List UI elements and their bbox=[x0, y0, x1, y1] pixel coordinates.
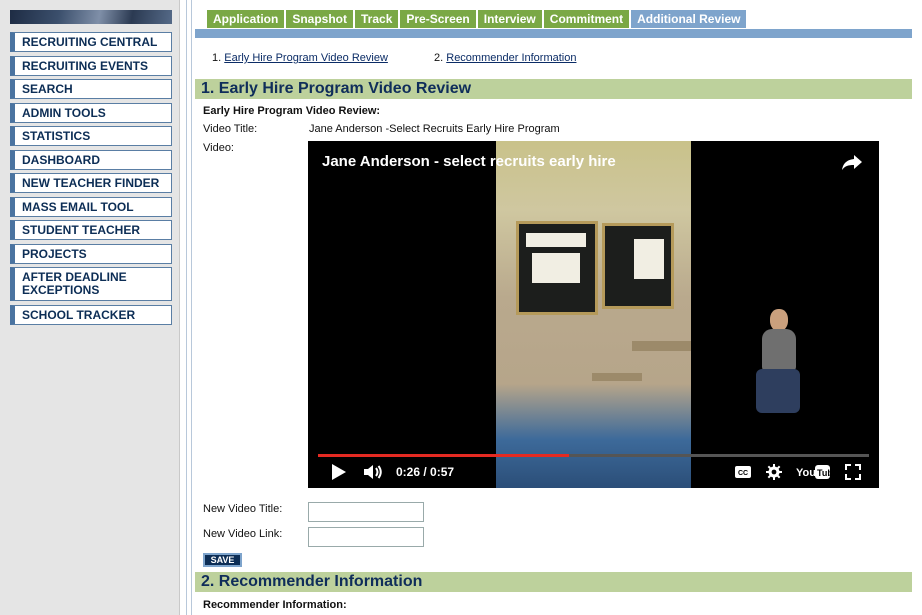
video-current-time: 0:26 bbox=[396, 465, 421, 479]
sidebar-item-label: PROJECTS bbox=[22, 246, 87, 261]
video-title-label: Video Title: bbox=[203, 123, 258, 135]
sidebar-item-recruiting-events[interactable]: RECRUITING EVENTS bbox=[10, 55, 172, 76]
sidebar-item-statistics[interactable]: STATISTICS bbox=[10, 126, 172, 146]
play-icon[interactable] bbox=[332, 464, 346, 480]
settings-icon[interactable] bbox=[766, 464, 782, 480]
video-player[interactable]: Jane Anderson - select recruits early hi… bbox=[308, 141, 879, 488]
sidebar-item-search[interactable]: SEARCH bbox=[10, 79, 172, 99]
new-video-link-input[interactable] bbox=[308, 527, 424, 547]
sidebar-item-label: DASHBOARD bbox=[22, 152, 100, 167]
sidebar-item-recruiting-central[interactable]: RECRUITING CENTRAL bbox=[10, 32, 172, 52]
video-title[interactable]: Jane Anderson - select recruits early hi… bbox=[322, 153, 616, 170]
sidebar-header-image bbox=[10, 10, 172, 24]
tab-commitment[interactable]: Commitment bbox=[543, 10, 630, 28]
tab-snapshot[interactable]: Snapshot bbox=[286, 10, 354, 28]
tab-track[interactable]: Track bbox=[355, 10, 399, 28]
sidebar-item-label: SCHOOL TRACKER bbox=[22, 307, 136, 322]
video-person bbox=[756, 309, 804, 427]
sidebar-item-label: RECRUITING EVENTS bbox=[22, 58, 149, 73]
video-duration: 0:57 bbox=[430, 465, 455, 479]
sidebar-nav: RECRUITING CENTRAL RECRUITING EVENTS SEA… bbox=[10, 32, 172, 328]
sidebar-item-admin-tools[interactable]: ADMIN TOOLS bbox=[10, 102, 172, 123]
sidebar-item-dashboard[interactable]: DASHBOARD bbox=[10, 149, 172, 170]
sidebar-item-label: STUDENT TEACHER bbox=[22, 223, 141, 237]
share-icon[interactable] bbox=[841, 153, 863, 171]
sidebar-item-student-teacher[interactable]: STUDENT TEACHER bbox=[10, 220, 172, 240]
tab-application[interactable]: Application bbox=[207, 10, 285, 28]
tab-interview[interactable]: Interview bbox=[477, 10, 542, 28]
section-subheading: Recommender Information: bbox=[203, 599, 347, 611]
tab-additional-review[interactable]: Additional Review bbox=[631, 10, 747, 28]
new-video-link-label: New Video Link: bbox=[203, 528, 283, 540]
video-progress-fill bbox=[318, 454, 570, 457]
svg-text:CC: CC bbox=[738, 470, 748, 477]
video-controls: 0:26 / 0:57 CC You Tube bbox=[308, 459, 879, 488]
step-1: 1. Early Hire Program Video Review bbox=[212, 52, 388, 64]
video-progress-bar[interactable] bbox=[318, 454, 869, 457]
volume-icon[interactable] bbox=[364, 464, 384, 480]
save-button[interactable]: SAVE bbox=[203, 553, 242, 567]
sidebar-item-label: MASS EMAIL TOOL bbox=[22, 199, 134, 214]
step-link-recommender-information[interactable]: Recommender Information bbox=[446, 52, 576, 64]
youtube-logo[interactable]: You Tube bbox=[796, 463, 830, 481]
step-link-video-review[interactable]: Early Hire Program Video Review bbox=[224, 52, 388, 64]
fullscreen-icon[interactable] bbox=[845, 464, 861, 480]
content-divider bbox=[186, 0, 192, 615]
svg-text:Tube: Tube bbox=[817, 468, 830, 478]
step-number: 1. bbox=[212, 52, 222, 64]
new-video-title-input[interactable] bbox=[308, 502, 424, 522]
tab-pre-screen[interactable]: Pre-Screen bbox=[400, 10, 476, 28]
sidebar-item-label: RECRUITING CENTRAL bbox=[22, 35, 158, 49]
video-time-readout: 0:26 / 0:57 bbox=[396, 465, 455, 479]
sidebar-item-label: NEW TEACHER FINDER bbox=[22, 176, 160, 190]
step-2: 2. Recommender Information bbox=[434, 52, 576, 64]
video-label: Video: bbox=[203, 142, 234, 154]
video-desk bbox=[632, 341, 691, 351]
sidebar-item-label: SEARCH bbox=[22, 82, 73, 96]
sidebar-item-label: STATISTICS bbox=[22, 129, 91, 143]
sidebar-item-school-tracker[interactable]: SCHOOL TRACKER bbox=[10, 304, 172, 325]
section-subheading: Early Hire Program Video Review: bbox=[203, 105, 381, 117]
sidebar-item-projects[interactable]: PROJECTS bbox=[10, 243, 172, 264]
tab-underline bbox=[195, 29, 912, 38]
captions-icon[interactable]: CC bbox=[735, 466, 751, 478]
section-header-video-review: 1. Early Hire Program Video Review bbox=[195, 79, 912, 99]
tab-bar: Application Snapshot Track Pre-Screen In… bbox=[207, 10, 747, 28]
sidebar-item-label: ADMIN TOOLS bbox=[22, 105, 106, 120]
sidebar-item-label: AFTER DEADLINE EXCEPTIONS bbox=[22, 270, 127, 297]
sidebar-item-mass-email-tool[interactable]: MASS EMAIL TOOL bbox=[10, 196, 172, 217]
step-number: 2. bbox=[434, 52, 444, 64]
video-title-value: Jane Anderson -Select Recruits Early Hir… bbox=[309, 123, 560, 135]
sidebar-item-new-teacher-finder[interactable]: NEW TEACHER FINDER bbox=[10, 173, 172, 193]
section-header-recommender-information: 2. Recommender Information bbox=[195, 572, 912, 592]
video-frame bbox=[496, 141, 800, 488]
new-video-title-label: New Video Title: bbox=[203, 503, 283, 515]
sidebar: RECRUITING CENTRAL RECRUITING EVENTS SEA… bbox=[0, 0, 180, 615]
sidebar-item-after-deadline-exceptions[interactable]: AFTER DEADLINE EXCEPTIONS bbox=[10, 267, 172, 301]
svg-text:You: You bbox=[796, 467, 816, 479]
